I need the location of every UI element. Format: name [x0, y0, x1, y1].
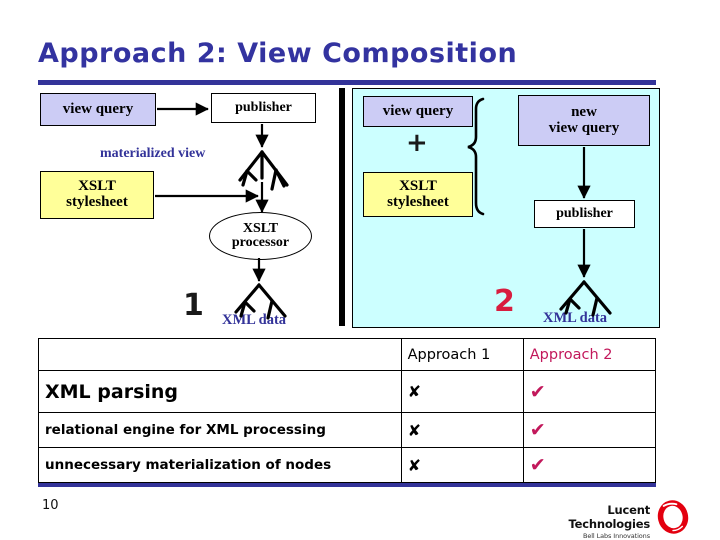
slide: Approach 2: View Composition view query … — [0, 0, 720, 540]
a2-xml-data-tree-icon — [559, 280, 612, 317]
logo-text-block: Lucent Technologies Bell Labs Innovation… — [556, 503, 651, 540]
lucent-technologies-logo: Lucent Technologies Bell Labs Innovation… — [556, 500, 692, 540]
table-cell-approach2-mark: ✔ — [522, 370, 657, 413]
table-header-row: Approach 1 Approach 2 — [38, 338, 657, 371]
table-bottom-rule — [38, 483, 656, 487]
table-cell-approach1-mark: ✘ — [400, 447, 524, 483]
table-row: XML parsing ✘ ✔ — [38, 370, 657, 413]
logo-company-name: Lucent Technologies — [568, 503, 651, 531]
table-cell-approach2-mark: ✔ — [522, 412, 657, 448]
table-cell-feature: relational engine for XML processing — [38, 412, 402, 448]
table-header-feature — [38, 338, 402, 371]
logo-tagline: Bell Labs Innovations — [582, 532, 650, 540]
a2-grouping-brace-icon — [467, 97, 485, 216]
table-cell-feature: XML parsing — [38, 370, 402, 413]
table-row: unnecessary materialization of nodes ✘ ✔ — [38, 447, 657, 483]
table-cell-feature: unnecessary materialization of nodes — [38, 447, 402, 483]
table-row: relational engine for XML processing ✘ ✔ — [38, 412, 657, 448]
table-cell-approach2-mark: ✔ — [522, 447, 657, 483]
table-header-approach-1: Approach 1 — [400, 338, 524, 371]
table-header-approach-2: Approach 2 — [522, 338, 657, 371]
lucent-red-ring-icon — [657, 500, 689, 534]
table-cell-approach1-mark: ✘ — [400, 412, 524, 448]
table-cell-approach1-mark: ✘ — [400, 370, 524, 413]
page-number: 10 — [42, 498, 59, 513]
comparison-table: Approach 1 Approach 2 XML parsing ✘ ✔ re… — [38, 338, 657, 483]
